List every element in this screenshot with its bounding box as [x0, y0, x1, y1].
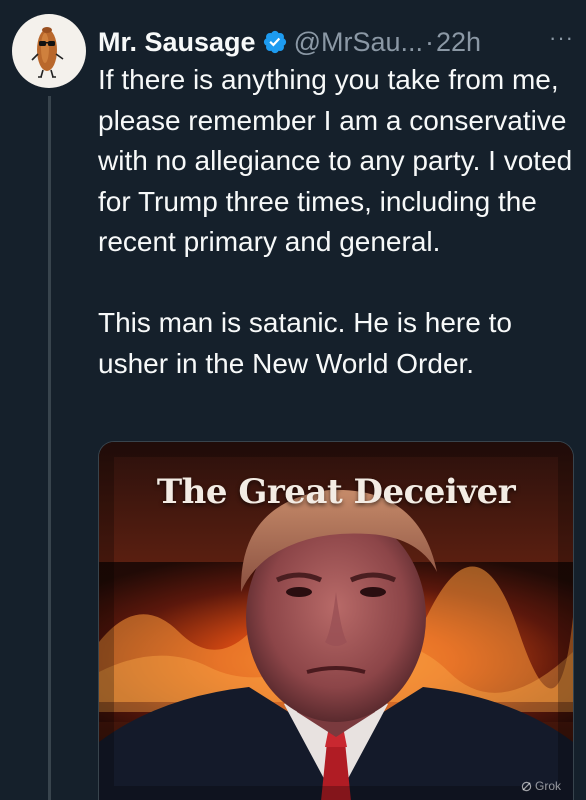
thread-connector-line	[48, 96, 51, 800]
tweet-paragraph: This man is satanic. He is here to usher…	[98, 307, 512, 379]
avatar[interactable]	[12, 14, 86, 88]
tweet-paragraph: If there is anything you take from me, p…	[98, 64, 573, 257]
tweet-header: Mr. Sausage @MrSau... · 22h ···	[98, 22, 574, 62]
sausage-mascot-icon	[31, 27, 64, 78]
tweet-media-image[interactable]: The Great Deceiver Grok	[98, 441, 574, 800]
tweet[interactable]: Mr. Sausage @MrSau... · 22h ··· If there…	[0, 0, 586, 800]
tweet-text: If there is anything you take from me, p…	[98, 60, 576, 384]
verified-badge-icon[interactable]	[262, 29, 288, 55]
display-name[interactable]: Mr. Sausage	[98, 27, 256, 58]
grok-watermark: Grok	[521, 779, 561, 793]
image-title-text: The Great Deceiver	[156, 472, 516, 512]
grok-logo-icon	[521, 781, 532, 791]
more-options-icon[interactable]: ···	[549, 27, 574, 57]
timestamp[interactable]: 22h	[436, 27, 481, 58]
separator-dot: ·	[425, 26, 435, 57]
user-handle[interactable]: @MrSau...	[294, 27, 423, 58]
grok-watermark-label: Grok	[534, 779, 561, 793]
